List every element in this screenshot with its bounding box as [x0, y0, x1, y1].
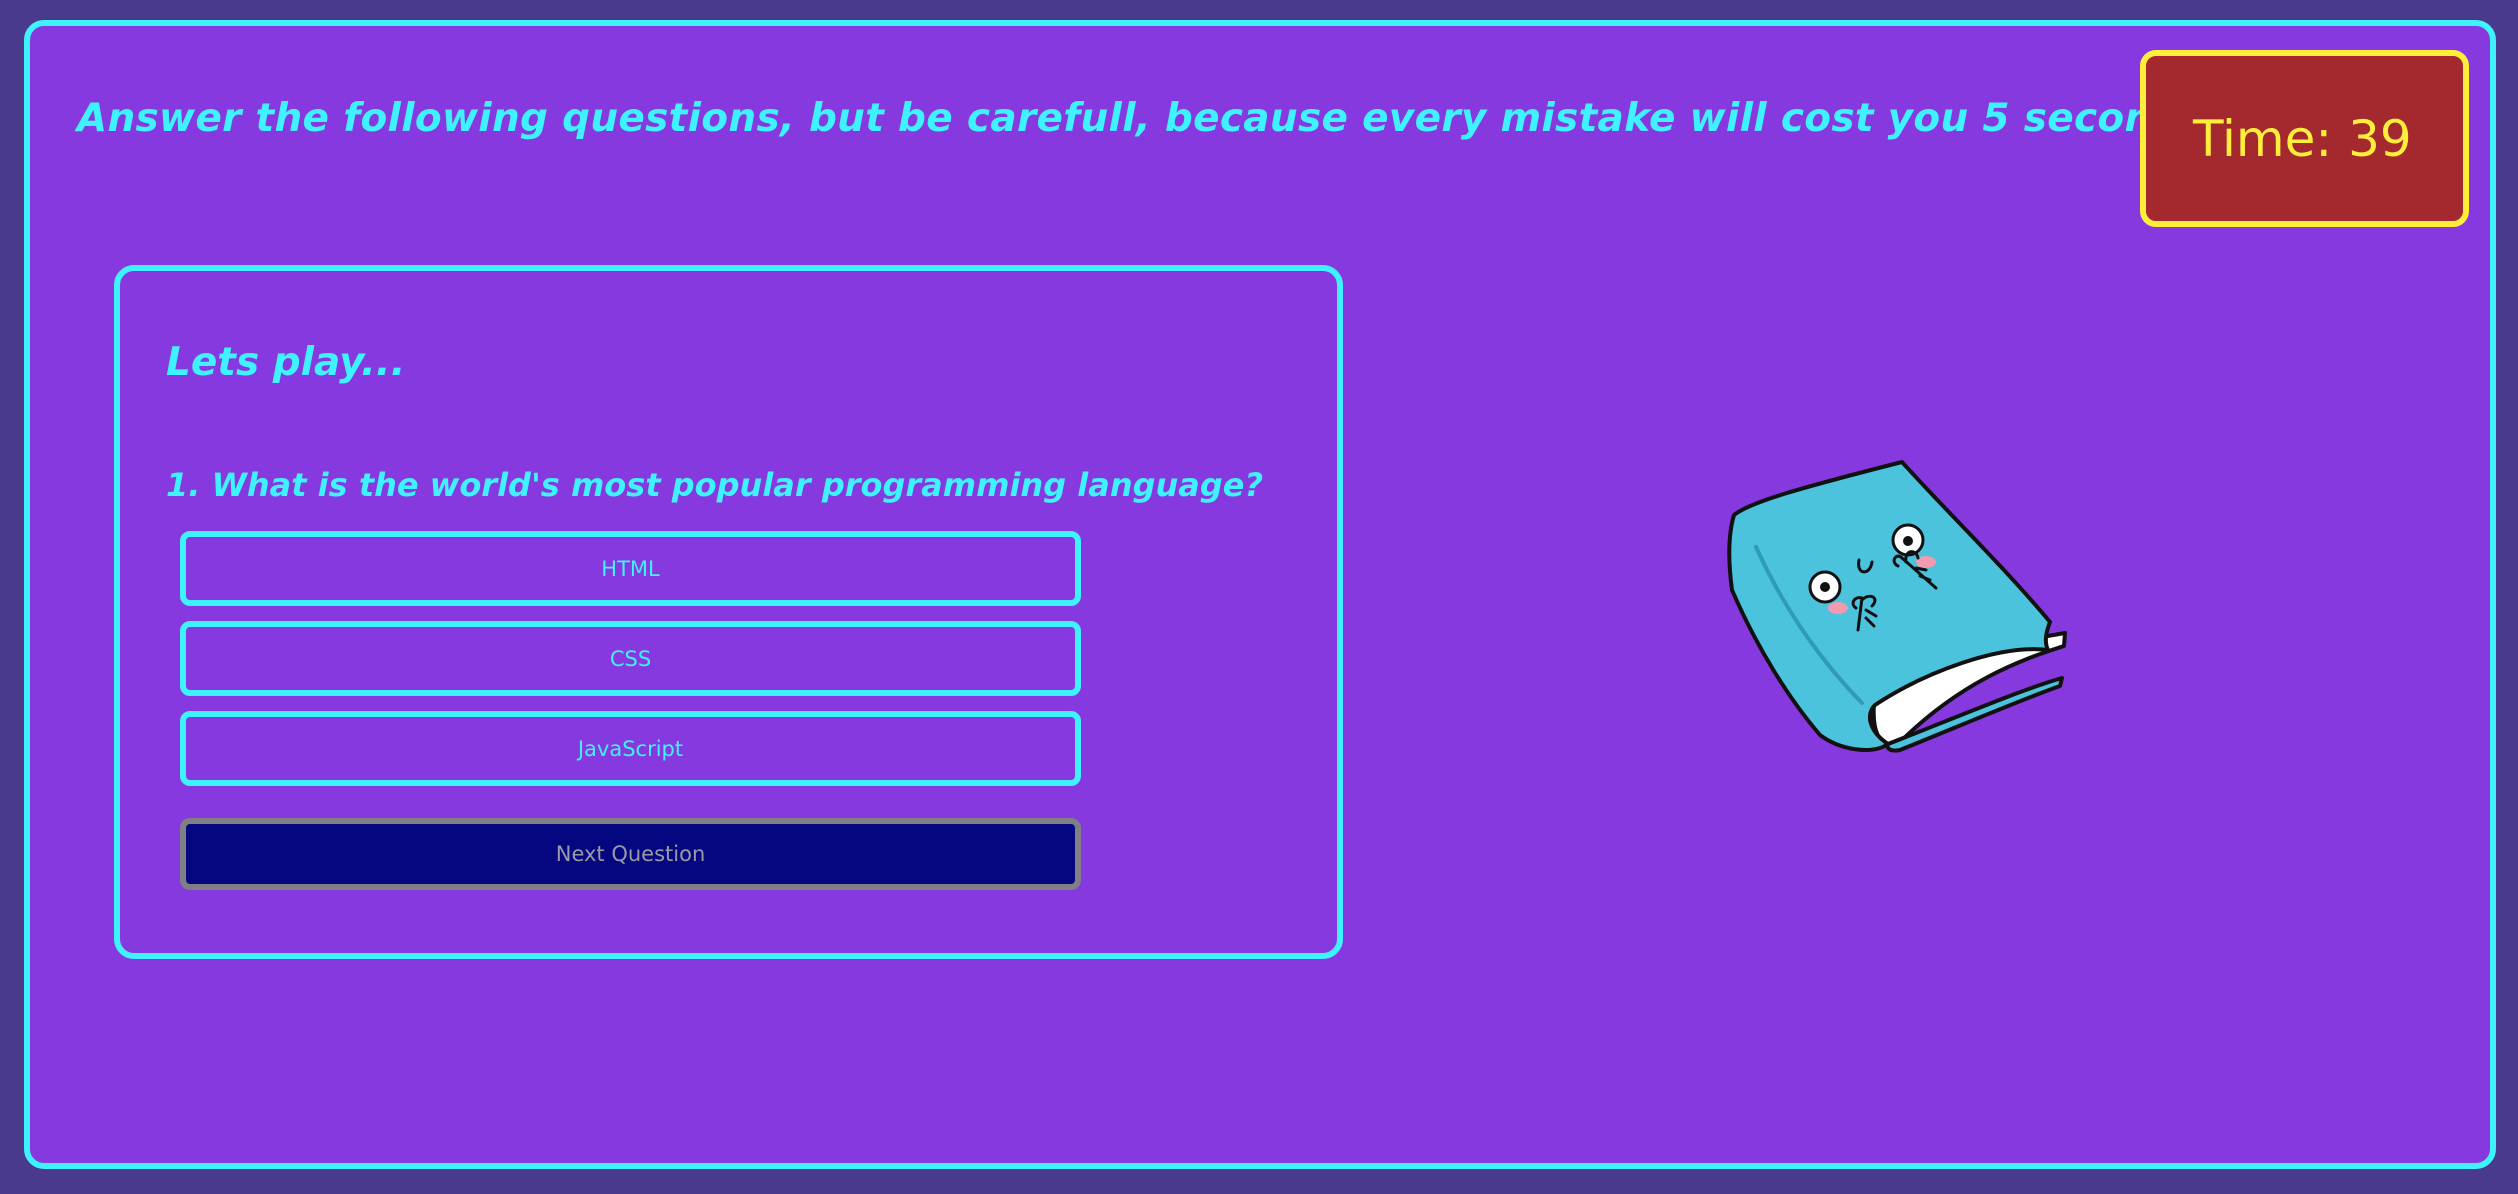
book-icon: [1727, 460, 2067, 753]
instructions-text: Answer the following questions, but be c…: [77, 96, 2472, 141]
timer-box: Time: 39: [2140, 50, 2469, 227]
answer-button-css[interactable]: CSS: [180, 621, 1081, 696]
timer-label: Time: 39: [2193, 109, 2412, 168]
quiz-heading: Lets play...: [166, 340, 406, 385]
next-question-button[interactable]: Next Question: [180, 818, 1081, 890]
question-text: 1. What is the world's most popular prog…: [166, 466, 1264, 504]
answer-button-javascript[interactable]: JavaScript: [180, 711, 1081, 786]
answer-button-html[interactable]: HTML: [180, 531, 1081, 606]
